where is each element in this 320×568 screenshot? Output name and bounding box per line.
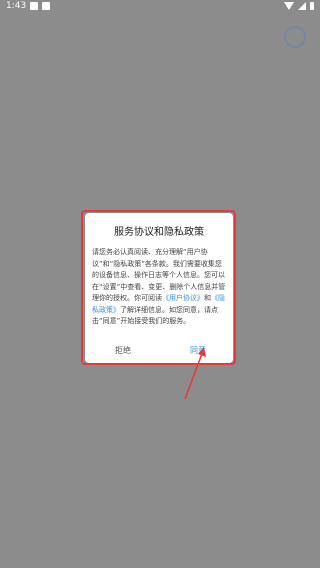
app-notification-icon: [42, 2, 50, 10]
status-time: 1:43: [6, 1, 27, 11]
and-text: 和: [204, 294, 211, 302]
user-agreement-link[interactable]: 《用户协议》: [162, 294, 204, 302]
screen: 1:43 服务协议和隐私政策 请您务必认真阅读、充分理解“用户协议”和“隐私政策…: [0, 0, 320, 568]
privacy-dialog: 服务协议和隐私政策 请您务必认真阅读、充分理解“用户协议”和“隐私政策”各条款。…: [85, 213, 233, 363]
system-icons: [284, 2, 314, 10]
signal-icon: [298, 2, 306, 10]
image-notification-icon: [30, 2, 38, 10]
status-bar: 1:43: [0, 0, 320, 14]
floating-circle-button[interactable]: [284, 26, 306, 48]
pointer-arrow: [184, 347, 206, 400]
reject-button[interactable]: 拒绝: [115, 345, 131, 356]
dialog-body: 请您务必认真阅读、充分理解“用户协议”和“隐私政策”各条款。我们需要收集您的设备…: [92, 247, 228, 328]
wifi-icon: [284, 2, 294, 10]
battery-icon: [310, 2, 314, 10]
notification-icons: [30, 2, 50, 10]
dialog-title: 服务协议和隐私政策: [114, 227, 204, 238]
